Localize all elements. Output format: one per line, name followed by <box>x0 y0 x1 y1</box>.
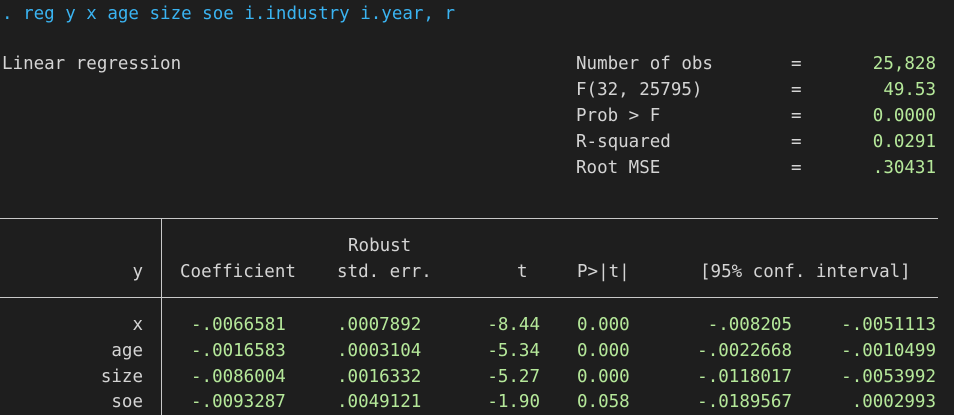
stat-value: 25,828 <box>872 54 936 74</box>
row-coef: -.0016583 <box>191 341 286 361</box>
row-var: soe <box>111 392 143 412</box>
row-p: 0.000 <box>577 367 630 387</box>
row-ci-low: -.008205 <box>707 315 792 335</box>
header-robust: Robust <box>348 236 412 256</box>
stat-label: Prob > F <box>576 106 661 126</box>
row-var: size <box>100 367 143 387</box>
stat-eq: = <box>791 106 802 126</box>
row-p: 0.000 <box>577 315 630 335</box>
row-se: .0003104 <box>337 341 422 361</box>
header-depvar: y <box>132 262 143 282</box>
stat-value: 0.0291 <box>872 132 936 152</box>
table-vertical-rule <box>161 218 162 415</box>
row-t: -8.44 <box>487 315 540 335</box>
row-ci-high: -.0053992 <box>841 367 936 387</box>
row-coef: -.0086004 <box>191 367 286 387</box>
row-var: x <box>132 315 143 335</box>
row-ci-high: .0002993 <box>851 392 936 412</box>
stat-eq: = <box>791 132 802 152</box>
row-se: .0007892 <box>337 315 422 335</box>
command-line: . reg y x age size soe i.industry i.year… <box>2 4 456 24</box>
stat-value: .30431 <box>872 158 936 178</box>
row-t: -5.34 <box>487 341 540 361</box>
row-ci-low: -.0022668 <box>697 341 792 361</box>
table-header-rule <box>0 297 938 298</box>
row-ci-low: -.0189567 <box>697 392 792 412</box>
stat-label: R-squared <box>576 132 671 152</box>
stat-eq: = <box>791 158 802 178</box>
stat-label: Number of obs <box>576 54 713 74</box>
row-var: age <box>111 341 143 361</box>
header-p: P>|t| <box>577 262 630 282</box>
table-top-rule <box>0 218 938 219</box>
header-conf-interval: [95% conf. interval] <box>700 262 911 282</box>
row-coef: -.0093287 <box>191 392 286 412</box>
header-std-err: std. err. <box>337 262 432 282</box>
stat-value: 0.0000 <box>872 106 936 126</box>
stat-value: 49.53 <box>883 80 936 100</box>
row-coef: -.0066581 <box>191 315 286 335</box>
stat-label: F(32, 25795) <box>576 80 703 100</box>
row-ci-high: -.0051113 <box>841 315 936 335</box>
row-se: .0049121 <box>337 392 422 412</box>
header-coefficient: Coefficient <box>180 262 296 282</box>
row-ci-low: -.0118017 <box>697 367 792 387</box>
row-se: .0016332 <box>337 367 422 387</box>
stat-label: Root MSE <box>576 158 661 178</box>
header-t: t <box>517 262 528 282</box>
stat-eq: = <box>791 80 802 100</box>
stat-eq: = <box>791 54 802 74</box>
row-t: -1.90 <box>487 392 540 412</box>
row-p: 0.000 <box>577 341 630 361</box>
row-t: -5.27 <box>487 367 540 387</box>
row-p: 0.058 <box>577 392 630 412</box>
model-title: Linear regression <box>2 54 182 74</box>
row-ci-high: -.0010499 <box>841 341 936 361</box>
